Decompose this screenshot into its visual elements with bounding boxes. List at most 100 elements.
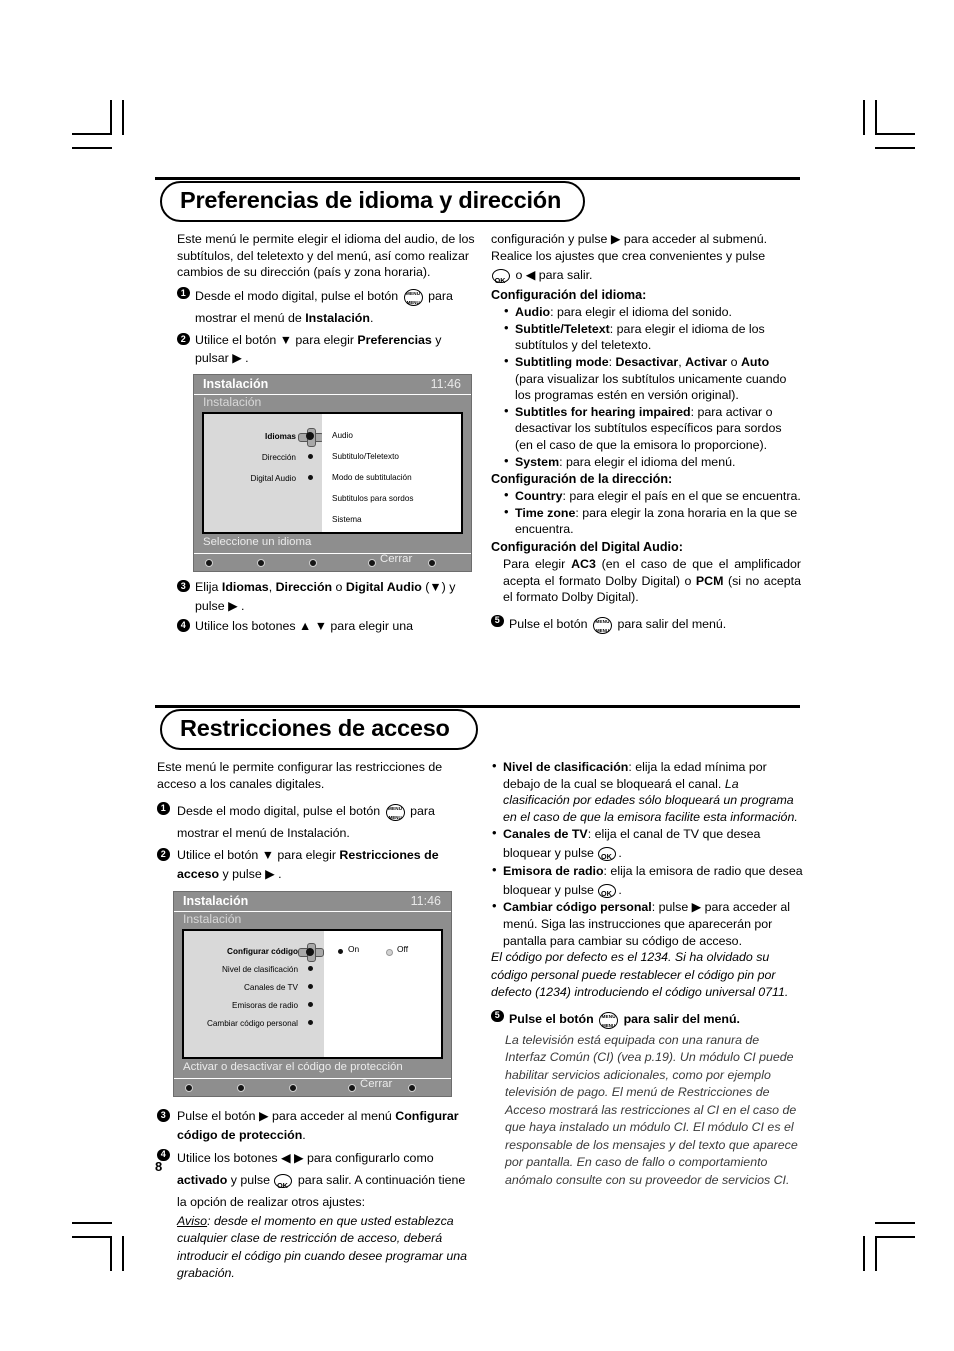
tv-submenu-item-sistema[interactable]: Sistema <box>332 515 362 524</box>
step-number: 2 <box>177 332 190 346</box>
tv-menu-dot <box>308 1002 313 1008</box>
tv-menu-item-nivel[interactable]: Nivel de clasificación <box>222 965 298 974</box>
tv-menu-item-digital-audio[interactable]: Digital Audio <box>250 474 296 483</box>
manual-page: Preferencias de idioma y dirección Este … <box>0 0 954 1351</box>
menu-button-icon: MENU MENU <box>403 285 424 306</box>
digital-audio-para: Para elegir AC3 (en el caso de que el am… <box>491 556 801 606</box>
bullet-subtitles-hearing: Subtitles for hearing impaired: para act… <box>503 403 801 454</box>
tv-menu-item-emisoras[interactable]: Emisoras de radio <box>232 1001 298 1010</box>
tv-option-on[interactable]: On <box>348 944 359 954</box>
tv-submenu-column: Audio Subtitulo/Teletexto Modo de subtit… <box>322 413 461 532</box>
bullet-emisora-radio: Emisora de radio: elija la emisora de ra… <box>491 861 803 899</box>
tv-status-bar: Seleccione un idioma <box>194 536 471 554</box>
radio-on-icon[interactable] <box>338 949 343 955</box>
restrictions-notice: Aviso: desde el momento en que usted est… <box>157 1213 477 1283</box>
step-bold: Instalación <box>305 310 370 325</box>
softkey-dot-cerrar[interactable] <box>368 558 376 567</box>
tv-body: Idiomas Dirección Digital Audio Audio Su… <box>202 411 463 534</box>
bullet-rest: : para elegir el país en el que se encue… <box>562 489 801 504</box>
tv-menu-item-direccion[interactable]: Dirección <box>262 453 296 462</box>
bullet-tail: . <box>618 845 622 860</box>
softkey-dot-cerrar[interactable] <box>348 1084 356 1093</box>
language-cont-text-2: OK o ◀ para salir. <box>491 266 801 285</box>
bullet-rest: : para elegir el idioma del sonido. <box>550 305 732 320</box>
step-text: Desde el modo digital, pulse el botón <box>195 288 399 303</box>
bullet-cambiar-codigo: Cambiar código personal: pulse ▶ para ac… <box>491 898 803 949</box>
tv-menu-column: Configurar código Nivel de clasificación… <box>184 931 324 1058</box>
bullet-extra: (para visualizar los subtítulos unicamen… <box>515 371 787 403</box>
bullet-opt-auto: Auto <box>740 354 770 369</box>
navigation-cross-icon <box>298 943 324 963</box>
tv-submenu-item-sordos[interactable]: Subtitulos para sordos <box>332 494 413 503</box>
crop-mark-top-right <box>845 85 915 150</box>
softkey-dot[interactable] <box>309 558 317 567</box>
softkey-label-cerrar[interactable]: Cerrar <box>360 1078 392 1090</box>
bullet-subtitle-teletext: Subtitle/Teletext: para elegir el idioma… <box>503 320 801 354</box>
tv-breadcrumb: Instalación <box>174 912 451 930</box>
softkey-dot[interactable] <box>428 558 436 567</box>
step-bold-3: Digital Audio <box>345 579 422 594</box>
tv-submenu-item-modo[interactable]: Modo de subtitulación <box>332 473 412 482</box>
bullet-term: Subtitling mode <box>515 354 609 369</box>
crop-mark-bottom-right <box>845 1205 915 1271</box>
tv-submenu-item-audio[interactable]: Audio <box>332 431 353 440</box>
notice-label: Aviso <box>177 1213 208 1228</box>
softkey-dot[interactable] <box>289 1084 297 1093</box>
tv-body: Configurar código Nivel de clasificación… <box>182 929 443 1060</box>
softkey-label-cerrar[interactable]: Cerrar <box>380 553 412 565</box>
language-cont-text: configuración y pulse ▶ para acceder al … <box>491 232 768 263</box>
softkey-dot[interactable] <box>205 558 213 567</box>
step-text-2: . <box>302 1127 306 1142</box>
step-text: Pulse el botón <box>509 1011 594 1026</box>
bullet-term: Time zone <box>515 505 576 520</box>
tv-clock: 11:46 <box>430 376 461 391</box>
softkey-dot[interactable] <box>257 558 265 567</box>
tv-option-off[interactable]: Off <box>397 944 408 954</box>
bullet-term: Canales de TV <box>503 827 588 842</box>
bullet-term: Subtitle/Teletext <box>515 321 610 336</box>
ok-button-icon: OK <box>274 1173 293 1190</box>
radio-off-icon[interactable] <box>386 949 393 957</box>
ci-note: La televisión está equipada con una ranu… <box>505 1032 798 1187</box>
da-ac3: AC3 <box>571 556 596 571</box>
bullet-audio: Audio: para elegir el idioma del sonido. <box>503 303 801 321</box>
bullet-rest: : para elegir el idioma del menú. <box>559 454 736 469</box>
bullet-joiner: , <box>678 354 682 369</box>
language-intro: Este menú le permite elegir el idioma de… <box>177 232 475 280</box>
subheading-direccion: Configuración de la dirección: <box>491 472 673 487</box>
tv-menu-item-cambiar-codigo[interactable]: Cambiar código personal <box>207 1019 298 1028</box>
softkey-dot[interactable] <box>237 1084 245 1093</box>
bullet-nivel-clasificacion: Nivel de clasificación: elija la edad mí… <box>491 758 803 825</box>
tv-submenu-item-subtitulo[interactable]: Subtitulo/Teletexto <box>332 452 399 461</box>
restrictions-step-4: 4 Utilice los botones ◀ ▶ para configura… <box>157 1147 477 1213</box>
section-header-restrictions: Restricciones de acceso <box>155 703 800 751</box>
bullet-term: Audio <box>515 305 551 320</box>
step-text-2: para salir del menú. <box>617 616 727 631</box>
step-number: 2 <box>157 848 170 861</box>
crop-mark-bottom-left <box>72 1205 142 1271</box>
bullet-country: Country: para elegir el país en el que s… <box>503 487 801 505</box>
language-step-2: 2 Utilice el botón ▼ para elegir Prefere… <box>177 331 477 368</box>
tv-menu-item-idiomas[interactable]: Idiomas <box>265 432 296 441</box>
step-text: Utilice el botón ▼ para elegir <box>177 848 336 863</box>
step-text-3: . <box>369 310 374 325</box>
tv-breadcrumb-label: Instalación <box>203 394 262 409</box>
tv-menu-item-configurar-codigo[interactable]: Configurar código <box>227 947 298 956</box>
bullet-colon: : <box>608 354 613 369</box>
restrictions-right-column: Nivel de clasificación: elija la edad mí… <box>491 758 803 1191</box>
bullet-term: Country <box>515 489 563 504</box>
ok-button-icon: OK <box>492 269 511 285</box>
restrictions-step-2: 2 Utilice el botón ▼ para elegir Restric… <box>157 846 477 883</box>
softkey-dot[interactable] <box>185 1084 193 1093</box>
tv-softkey-bar: Cerrar <box>194 553 471 571</box>
bullet-canales-tv: Canales de TV: elija el canal de TV que … <box>491 824 803 862</box>
tv-menu-item-canales[interactable]: Canales de TV <box>244 983 298 992</box>
restrictions-step-5: 5 Pulse el botón MENU MENU para salir del… <box>491 1008 803 1030</box>
softkey-dot[interactable] <box>408 1084 416 1093</box>
language-step-4: 4 Utilice los botones ▲ ▼ para elegir un… <box>177 617 477 636</box>
step-text: Elija <box>195 579 219 594</box>
ok-button-icon: OK <box>598 883 617 898</box>
step-bold: Preferencias <box>357 332 432 347</box>
header-rule <box>155 177 800 180</box>
section-header-language: Preferencias de idioma y dirección <box>155 175 800 223</box>
